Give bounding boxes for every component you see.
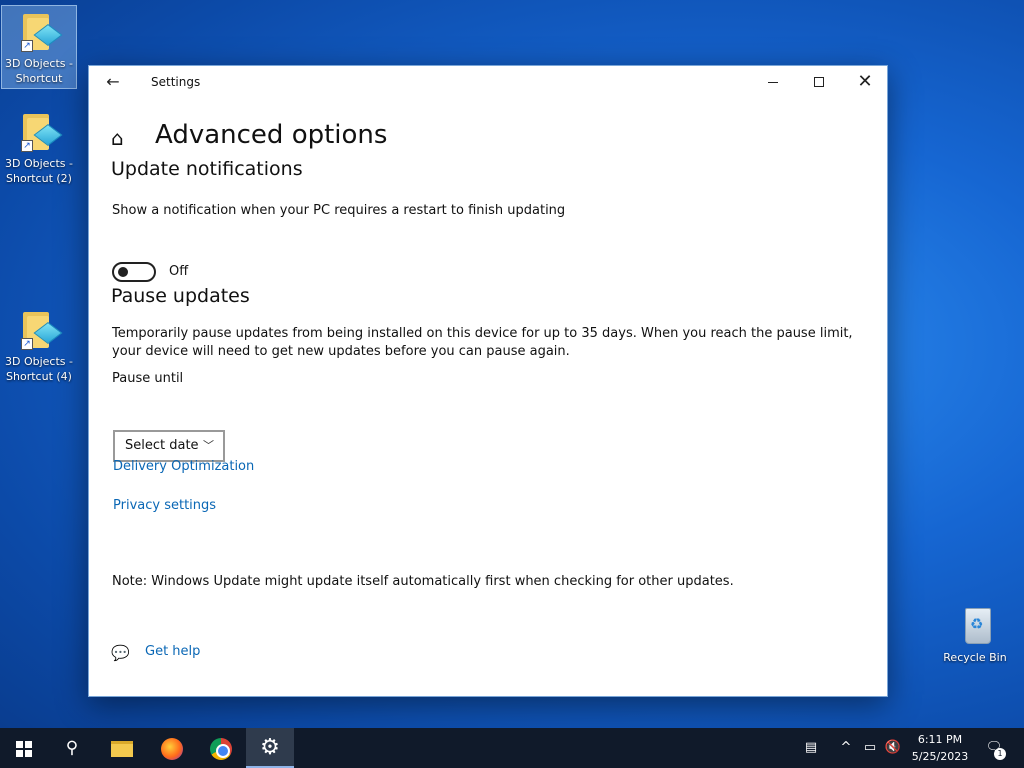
folder-shortcut-icon: ↗ xyxy=(17,308,63,352)
show-hidden-icons-button[interactable]: ^ xyxy=(836,728,856,768)
desktop-icon-3d-objects-shortcut[interactable]: ↗ 3D Objects - Shortcut xyxy=(1,5,77,89)
page-title: Advanced options xyxy=(155,120,388,150)
notification-count-badge: 1 xyxy=(994,748,1006,760)
chrome-button[interactable] xyxy=(197,728,245,768)
volume-muted-icon: 🔇 xyxy=(884,740,902,755)
file-explorer-button[interactable] xyxy=(98,728,146,768)
toggle-state-label: Off xyxy=(169,264,189,279)
network-icon: ▭ xyxy=(863,740,877,755)
pause-updates-description: Temporarily pause updates from being ins… xyxy=(112,326,853,359)
desktop-icon-3d-objects-shortcut-2[interactable]: ↗ 3D Objects - Shortcut (2) xyxy=(2,106,76,186)
restart-notification-toggle[interactable] xyxy=(112,262,156,282)
settings-window: ← Settings ✕ ⌂ Advanced options Update n… xyxy=(88,65,888,697)
arrow-left-icon: ← xyxy=(106,72,120,91)
home-icon[interactable]: ⌂ xyxy=(111,127,133,149)
section-heading-update-notifications: Update notifications xyxy=(111,158,303,180)
clock-time: 6:11 PM xyxy=(917,733,963,746)
chrome-icon xyxy=(210,737,232,760)
update-note: Note: Windows Update might update itself… xyxy=(112,574,734,589)
desktop-icon-label: Recycle Bin xyxy=(943,651,1007,664)
taskbar: ⚲ ⚙ ▤ ^ ▭ 🔇 6:11 PM 5/25/2023 🗨 1 xyxy=(0,728,1024,768)
recycle-bin-icon xyxy=(953,604,997,648)
maximize-icon xyxy=(814,77,824,87)
news-widget-button[interactable]: ▤ xyxy=(796,728,826,768)
notification-center-button[interactable]: 🗨 xyxy=(980,728,1008,768)
close-button[interactable]: ✕ xyxy=(842,66,888,98)
folder-shortcut-icon: ↗ xyxy=(17,110,63,154)
chevron-down-icon: ﹀ xyxy=(203,439,214,452)
taskbar-clock[interactable]: 6:11 PM 5/25/2023 xyxy=(905,731,975,765)
folder-shortcut-icon: ↗ xyxy=(17,10,63,54)
close-icon: ✕ xyxy=(857,71,873,92)
network-button[interactable]: ▭ xyxy=(860,728,880,768)
desktop-icon-label: 3D Objects - Shortcut (4) xyxy=(5,355,73,383)
windows-logo-icon xyxy=(16,740,32,757)
gear-icon: ⚙ xyxy=(260,735,280,760)
update-notifications-description: Show a notification when your PC require… xyxy=(112,203,566,218)
firefox-button[interactable] xyxy=(148,728,196,768)
back-button[interactable]: ← xyxy=(101,72,125,92)
window-title: Settings xyxy=(151,75,201,89)
get-help-link[interactable]: Get help xyxy=(145,644,200,659)
select-value: Select date xyxy=(125,438,199,453)
desktop-icon-label: 3D Objects - Shortcut (2) xyxy=(5,157,73,185)
title-bar[interactable]: ← Settings ✕ xyxy=(89,66,887,98)
desktop-icon-3d-objects-shortcut-4[interactable]: ↗ 3D Objects - Shortcut (4) xyxy=(2,304,76,384)
file-explorer-icon xyxy=(111,740,133,757)
news-icon: ▤ xyxy=(804,740,818,755)
pause-until-select[interactable]: Select date ﹀ xyxy=(113,430,225,462)
settings-taskbar-button[interactable]: ⚙ xyxy=(246,728,294,768)
section-heading-pause-updates: Pause updates xyxy=(111,285,250,307)
volume-button[interactable]: 🔇 xyxy=(883,728,903,768)
maximize-button[interactable] xyxy=(796,66,842,98)
chat-help-icon: 💬 xyxy=(111,644,130,662)
chevron-up-icon: ^ xyxy=(840,740,852,755)
firefox-icon xyxy=(161,737,183,760)
start-button[interactable] xyxy=(0,728,48,768)
pause-until-label: Pause until xyxy=(112,371,184,386)
clock-date: 5/25/2023 xyxy=(911,750,969,763)
search-icon: ⚲ xyxy=(65,738,79,758)
privacy-settings-link[interactable]: Privacy settings xyxy=(113,498,216,513)
search-button[interactable]: ⚲ xyxy=(48,728,96,768)
desktop-icon-label: 3D Objects - Shortcut xyxy=(5,57,73,85)
toggle-knob xyxy=(118,267,128,277)
minimize-button[interactable] xyxy=(750,66,796,98)
desktop-icon-recycle-bin[interactable]: Recycle Bin xyxy=(938,600,1012,665)
minimize-icon xyxy=(768,81,778,83)
delivery-optimization-link[interactable]: Delivery Optimization xyxy=(113,459,254,474)
